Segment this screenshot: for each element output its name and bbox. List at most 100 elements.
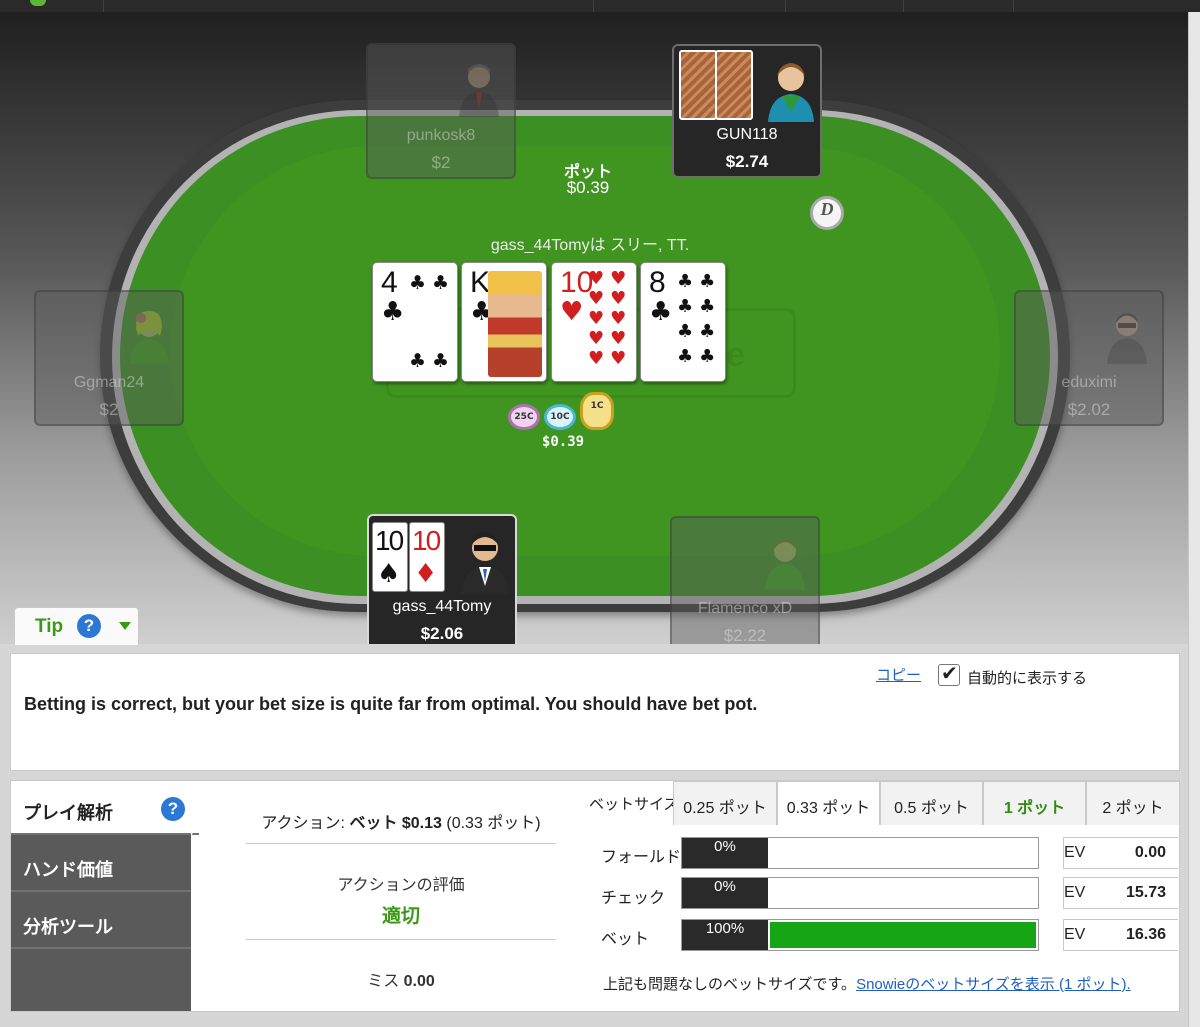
player-avatar-icon <box>768 63 814 122</box>
player-avatar-icon <box>765 539 805 590</box>
bet-size-tab[interactable]: 0.25 ポット <box>673 781 777 825</box>
toolbar-segment[interactable] <box>904 0 1014 12</box>
copy-link[interactable]: コピー <box>876 664 921 685</box>
hole-card: 10 ♦ <box>409 522 445 592</box>
board-card: 4 ♣ ♣♣ ♣♣ <box>372 262 458 382</box>
tip-tab[interactable]: Tip ? <box>14 607 139 645</box>
toolbar-segment[interactable] <box>786 0 904 12</box>
card-rank: K <box>470 266 491 299</box>
sidebar-item-hand-value[interactable]: ハンド価値 <box>11 838 191 892</box>
club-icon: ♣♣ ♣♣ ♣♣ ♣♣ <box>677 271 722 367</box>
ev-value: 0.00 <box>1134 844 1166 861</box>
mistake-label: ミス <box>367 973 404 990</box>
card-back <box>679 50 717 120</box>
toolbar-segment[interactable] <box>594 0 786 12</box>
chip-icon: 25C <box>508 404 540 430</box>
toolbar-segment[interactable] <box>0 0 104 12</box>
seat-stack: $2.02 <box>1067 400 1111 419</box>
seat-player-name: gass_44Tomy <box>392 598 492 615</box>
seat-player-name: eduximi <box>1061 374 1117 391</box>
seat-stack: $2.06 <box>420 624 464 643</box>
help-icon[interactable]: ? <box>161 797 185 821</box>
seat-ggman24[interactable]: Ggman24 $2 <box>34 290 184 426</box>
club-icon: ♣ <box>381 297 405 327</box>
footer-text: 上記も問題なしのベットサイズです。 <box>603 976 857 993</box>
action-main: ベット $0.13 <box>349 815 442 832</box>
hole-card: 10 ♠ <box>372 522 408 592</box>
poker-table-area: e punkosk8 $2 GUN118 $2.74 ポット $0.39 D G… <box>0 12 1188 644</box>
king-face-icon <box>488 271 542 377</box>
seat-gun118[interactable]: GUN118 $2.74 <box>672 44 822 178</box>
seat-punkosk8[interactable]: punkosk8 $2 <box>366 43 516 179</box>
action-line: アクション: ベット $0.13 (0.33 ポット) <box>246 809 556 833</box>
tip-tab-label: Tip <box>35 616 64 637</box>
seat-stack: $2 <box>99 400 119 419</box>
frequency-bar: 100% <box>681 919 1039 951</box>
bet-chips: 25C 10C 1C <box>508 392 618 432</box>
seat-eduximi[interactable]: eduximi $2.02 <box>1014 290 1164 426</box>
frequency-fill <box>770 922 1036 948</box>
divider <box>246 843 556 844</box>
action-prefix: アクション: <box>261 815 350 832</box>
board-card: K ♣ <box>461 262 547 382</box>
action-suffix: (0.33 ポット) <box>441 815 541 832</box>
seat-flamenco-xd[interactable]: Flamenco xD $2.22 <box>670 516 820 644</box>
ev-value: 15.73 <box>1125 884 1166 901</box>
evaluation-label: アクションの評価 <box>337 877 465 894</box>
bet-size-tab[interactable]: 0.33 ポット <box>777 781 880 825</box>
help-icon[interactable]: ? <box>77 614 101 638</box>
toolbar-segment[interactable] <box>104 0 594 12</box>
analysis-sidebar: プレイ解析 ? ハンド価値 分析ツール <box>11 781 199 1011</box>
bet-size-tab[interactable]: 2 ポット <box>1086 781 1180 825</box>
spade-icon: ♠ <box>377 559 401 589</box>
vertical-scrollbar[interactable] <box>1188 12 1200 1027</box>
card-rank: 10 <box>412 525 441 556</box>
bet-amount: $0.39 <box>541 434 585 450</box>
club-icon: ♣♣ <box>409 272 456 294</box>
frequency-percent: 0% <box>682 878 768 908</box>
frequency-percent: 100% <box>682 920 768 950</box>
action-row-label: チェック <box>601 890 666 907</box>
checkmark-icon: ✔ <box>941 661 958 685</box>
sidebar-item-label: ハンド価値 <box>23 860 113 880</box>
club-icon: ♣ <box>649 297 673 327</box>
selected-tab-pointer <box>191 781 203 837</box>
show-snowie-bet-size-link[interactable]: Snowieのベットサイズを表示 (1 ポット). <box>856 976 1131 993</box>
sidebar-item-analysis-tools[interactable]: 分析ツール <box>11 895 191 949</box>
bet-size-tab[interactable]: 1 ポット <box>983 781 1086 825</box>
seat-player-name: GUN118 <box>716 126 778 143</box>
diamond-icon: ♦ <box>414 559 438 589</box>
ev-cell: EV 15.73 <box>1063 877 1178 909</box>
mistake-line: ミス 0.00 <box>246 967 556 991</box>
auto-show-label: 自動的に表示する <box>967 670 1088 687</box>
tip-panel: コピー ✔ 自動的に表示する Betting is correct, but y… <box>10 653 1180 771</box>
footer-note: 上記も問題なしのベットサイズです。Snowieのベットサイズを表示 (1 ポット… <box>603 973 1131 994</box>
ev-value: 16.36 <box>1125 926 1166 943</box>
card-rank: 4 <box>381 266 398 299</box>
sidebar-item-play-analysis[interactable]: プレイ解析 ? <box>11 781 199 835</box>
analysis-panel: プレイ解析 ? ハンド価値 分析ツール アクション: ベット $0.13 (0.… <box>10 780 1180 1012</box>
action-summary: アクション: ベット $0.13 (0.33 ポット) アクションの評価 適切 … <box>246 781 556 1011</box>
frequency-bar: 0% <box>681 837 1039 869</box>
player-avatar-icon <box>459 64 499 117</box>
top-toolbar <box>0 0 1200 12</box>
frequency-percent: 0% <box>682 838 768 868</box>
seat-stack: $2.74 <box>725 152 769 171</box>
player-avatar-icon <box>461 532 509 594</box>
table-logo-mark: e <box>726 336 745 374</box>
seat-stack: $2 <box>431 153 451 172</box>
ev-label: EV <box>1064 884 1086 901</box>
seat-gass-44tomy[interactable]: 10 ♠ 10 ♦ gass_44Tomy $2.06 <box>367 514 517 644</box>
pot-amount: $0.39 <box>566 178 610 197</box>
frequency-bar: 0% <box>681 877 1039 909</box>
bet-size-tab[interactable]: 0.5 ポット <box>880 781 983 825</box>
heart-icon: ♥♥ ♥♥ ♥♥ ♥♥ ♥♥ <box>588 268 633 369</box>
chevron-down-icon[interactable] <box>119 622 131 630</box>
card-rank: 8 <box>649 266 666 299</box>
action-row-label: ベット <box>601 931 650 948</box>
chip-icon: 10C <box>544 404 576 430</box>
ev-label: EV <box>1064 844 1086 861</box>
player-avatar-icon <box>129 310 169 364</box>
tip-message: Betting is correct, but your bet size is… <box>24 694 758 714</box>
bet-size-label: ベットサイズ <box>589 796 679 813</box>
